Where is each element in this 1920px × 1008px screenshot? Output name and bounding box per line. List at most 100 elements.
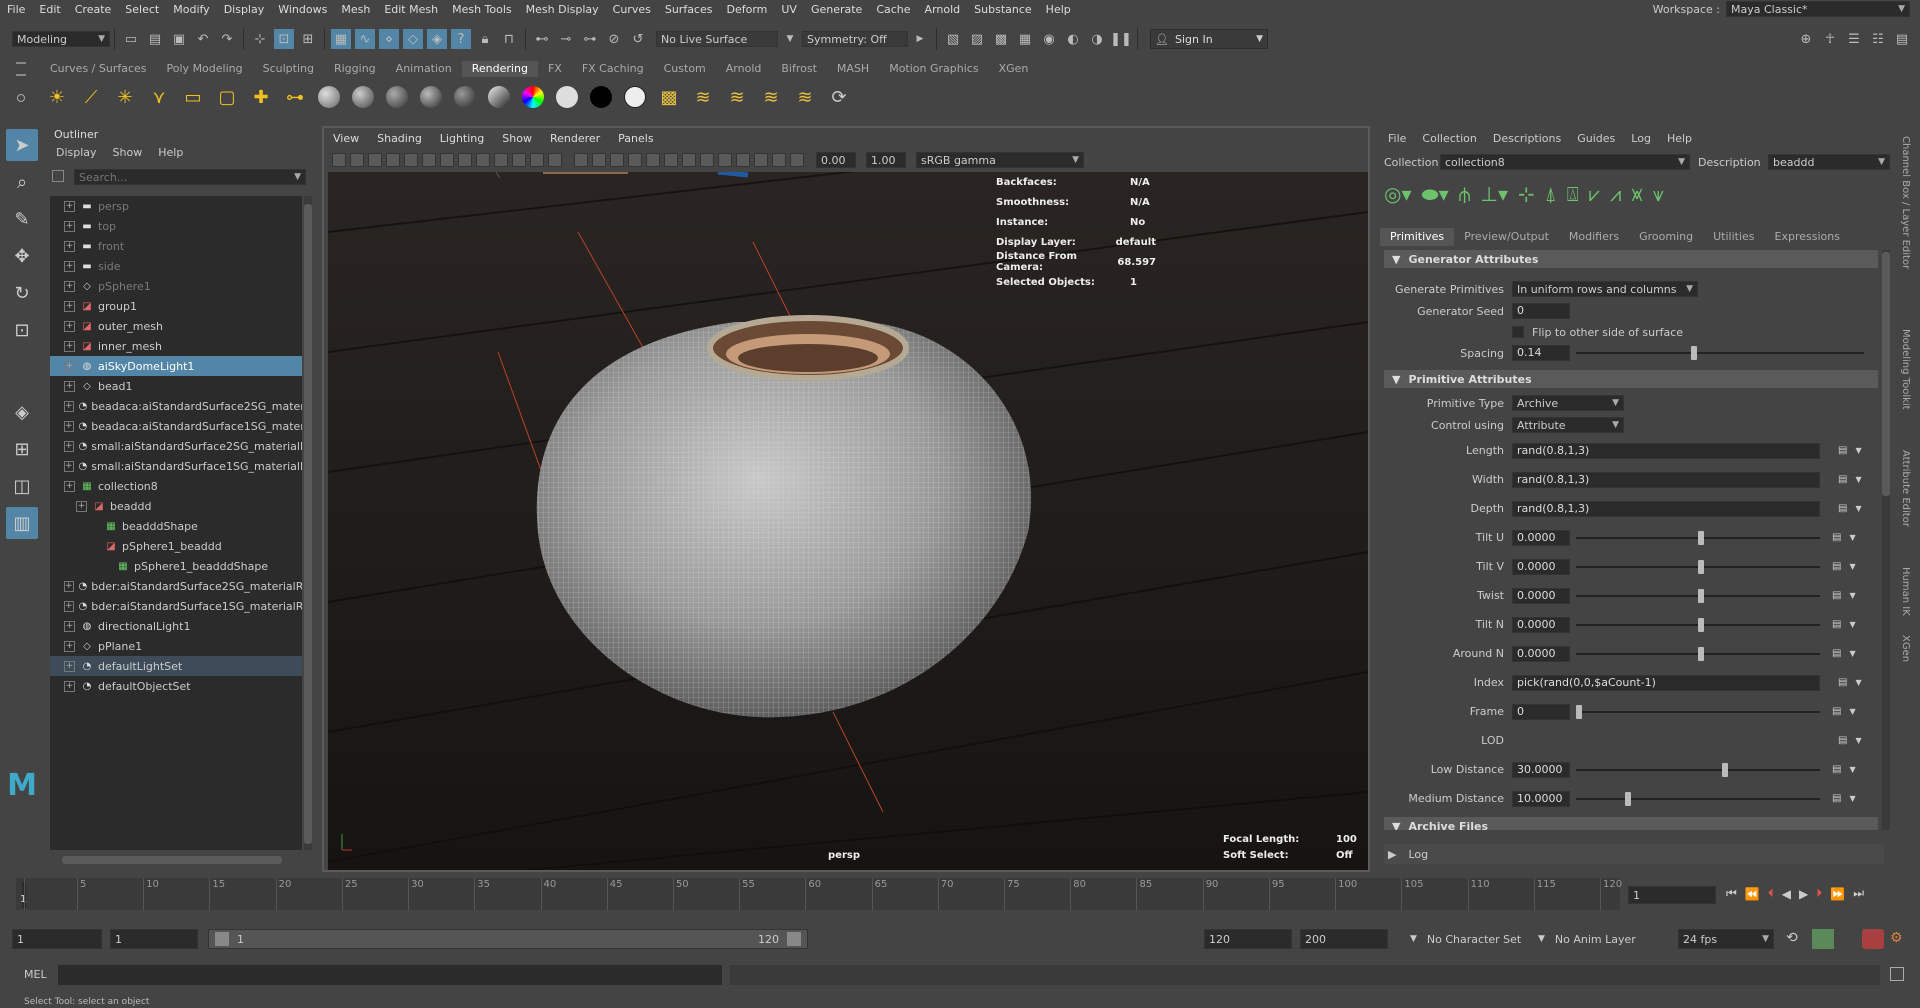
slider-handle[interactable] (1698, 559, 1704, 574)
viewport-tool-icon[interactable] (494, 153, 508, 167)
expression-editor-icon[interactable]: ▤ (1832, 561, 1841, 572)
attribute-slider[interactable] (1576, 704, 1820, 719)
expand-icon[interactable]: + (64, 200, 75, 212)
expand-icon[interactable]: + (64, 240, 75, 252)
chevron-down-icon[interactable]: ▼ (1855, 446, 1861, 455)
key-record-icon[interactable] (1862, 929, 1884, 949)
menu-create[interactable]: Create (68, 3, 119, 16)
chevron-down-icon[interactable]: ▼ (1849, 620, 1855, 629)
viewport-tool-icon[interactable] (368, 153, 382, 167)
hypershade-shelf-icon[interactable]: ≋ (792, 84, 818, 110)
guide-select-icon[interactable]: ⊹ (1518, 182, 1535, 206)
step-back-icon[interactable]: ⏪ (1745, 887, 1760, 901)
viewport-tool-icon[interactable] (610, 153, 624, 167)
viewport-tool-icon[interactable] (736, 153, 750, 167)
modeling-toolkit-icon[interactable]: ⊕ (1796, 29, 1816, 49)
expression-editor-icon[interactable]: ▤ (1832, 793, 1841, 804)
scale-tool-icon[interactable]: ⊡ (6, 314, 38, 346)
paint-select-icon[interactable]: ✎ (6, 203, 38, 235)
menu-mesh[interactable]: Mesh (334, 3, 377, 16)
description-dropdown[interactable]: beaddd ▼ (1768, 154, 1890, 170)
render-settings-icon[interactable]: ▦ (1015, 29, 1035, 49)
expression-editor-icon[interactable]: ▤ (1838, 735, 1847, 746)
menu-mesh-tools[interactable]: Mesh Tools (445, 3, 519, 16)
expand-icon[interactable]: + (76, 500, 87, 512)
expand-icon[interactable]: + (64, 260, 75, 272)
start-time-field[interactable]: 1 (12, 929, 102, 949)
expression-editor-icon[interactable]: ▤ (1838, 474, 1847, 485)
menu-uv[interactable]: UV (774, 3, 804, 16)
shelf-tab-rendering[interactable]: Rendering (461, 61, 538, 77)
outliner-item[interactable]: + ▦ collection8 (50, 476, 302, 496)
outliner-menu-show[interactable]: Show (113, 146, 143, 159)
symmetry-dropdown[interactable]: Symmetry: Off (802, 31, 908, 47)
menu-select[interactable]: Select (118, 3, 166, 16)
expression-editor-icon[interactable]: ▤ (1838, 445, 1847, 456)
slider-handle[interactable] (1698, 530, 1704, 545)
go-to-end-icon[interactable]: ⏭ (1853, 886, 1864, 901)
script-editor-icon[interactable] (1890, 967, 1904, 981)
command-input[interactable] (58, 965, 722, 985)
attribute-field[interactable]: 10.0000 (1512, 790, 1570, 807)
viewport-tool-icon[interactable] (476, 153, 490, 167)
outliner-item[interactable]: + ◔ bder:aiStandardSurface2SG_materialRe (50, 576, 302, 596)
shelf-tab-xgen[interactable]: XGen (989, 61, 1039, 77)
menu-mesh-display[interactable]: Mesh Display (519, 3, 606, 16)
attribute-field[interactable]: 0 (1512, 703, 1570, 720)
arnold-render-icon[interactable]: ◐ (1063, 29, 1083, 49)
viewport-tool-icon[interactable] (790, 153, 804, 167)
volume-light-icon[interactable]: ▢ (214, 84, 240, 110)
chevron-down-icon[interactable]: ▼ (1849, 649, 1855, 658)
chevron-down-icon[interactable]: ▼ (1855, 504, 1861, 513)
outliner-item[interactable]: + ▬ front (50, 236, 302, 256)
sign-in-button[interactable]: 👤︎ Sign In ▼ (1150, 29, 1268, 49)
expand-icon[interactable]: + (64, 480, 75, 492)
material-anisotropic-icon[interactable] (452, 84, 478, 110)
undo-icon[interactable]: ↶ (193, 29, 213, 49)
character-set-dropdown[interactable]: ▼ No Character Set (1410, 929, 1528, 949)
viewport-menu-view[interactable]: View (324, 130, 368, 148)
chevron-down-icon[interactable]: ▼ (1855, 736, 1861, 745)
scrollbar-thumb[interactable] (304, 204, 312, 844)
attribute-field[interactable]: 0.0000 (1512, 529, 1570, 546)
shelf-tab-animation[interactable]: Animation (386, 61, 462, 77)
render-sequence-icon[interactable]: ⟳ (826, 84, 852, 110)
render-settings-shelf-icon[interactable]: ≋ (724, 84, 750, 110)
viewport-tool-icon[interactable] (700, 153, 714, 167)
viewport-tool-icon[interactable] (386, 153, 400, 167)
expand-icon[interactable]: + (64, 320, 75, 332)
attribute-slider[interactable] (1576, 646, 1820, 661)
new-scene-icon[interactable]: ▭ (121, 29, 141, 49)
shelf-tab-rigging[interactable]: Rigging (324, 61, 386, 77)
expand-icon[interactable]: + (64, 640, 75, 652)
command-language-label[interactable]: MEL (24, 968, 47, 981)
menu-file[interactable]: File (0, 3, 32, 16)
slider-handle[interactable] (1722, 762, 1729, 777)
expression-editor-icon[interactable]: ▤ (1832, 619, 1841, 630)
shelf-tab-fx[interactable]: FX (538, 61, 572, 77)
chevron-down-icon[interactable]: ▼ (1849, 707, 1855, 716)
select-component-icon[interactable]: ⊞ (298, 29, 318, 49)
attribute-field[interactable]: 0.0000 (1512, 558, 1570, 575)
color-space-dropdown[interactable]: sRGB gamma ▼ (916, 152, 1084, 168)
menu-modify[interactable]: Modify (166, 3, 216, 16)
rotate-tool-icon[interactable]: ↻ (6, 277, 38, 309)
viewport-tool-icon[interactable] (332, 153, 346, 167)
slider-handle[interactable] (1698, 646, 1704, 661)
menu-edit-mesh[interactable]: Edit Mesh (377, 3, 445, 16)
workspace-dropdown[interactable]: Maya Classic* ▼ (1726, 1, 1910, 17)
range-bar[interactable]: 1 120 (208, 929, 808, 949)
outliner-item[interactable]: + ◔ defaultObjectSet (50, 676, 302, 696)
expand-icon[interactable]: + (64, 360, 75, 372)
chevron-down-icon[interactable]: ▼ (1849, 591, 1855, 600)
snap-surface-icon[interactable]: ◈ (427, 29, 447, 49)
collection-dropdown[interactable]: collection8 ▼ (1440, 154, 1690, 170)
expand-icon[interactable]: + (64, 460, 74, 472)
snap-point-icon[interactable]: ⋄ (379, 29, 399, 49)
exposure-field[interactable]: 0.00 (816, 152, 856, 168)
viewport-tool-icon[interactable] (754, 153, 768, 167)
viewport-tool-icon[interactable] (458, 153, 472, 167)
step-back-key-icon[interactable]: ⏴ (1768, 886, 1774, 901)
shelf-tab-motion-graphics[interactable]: Motion Graphics (879, 61, 988, 77)
expand-icon[interactable] (88, 521, 99, 532)
